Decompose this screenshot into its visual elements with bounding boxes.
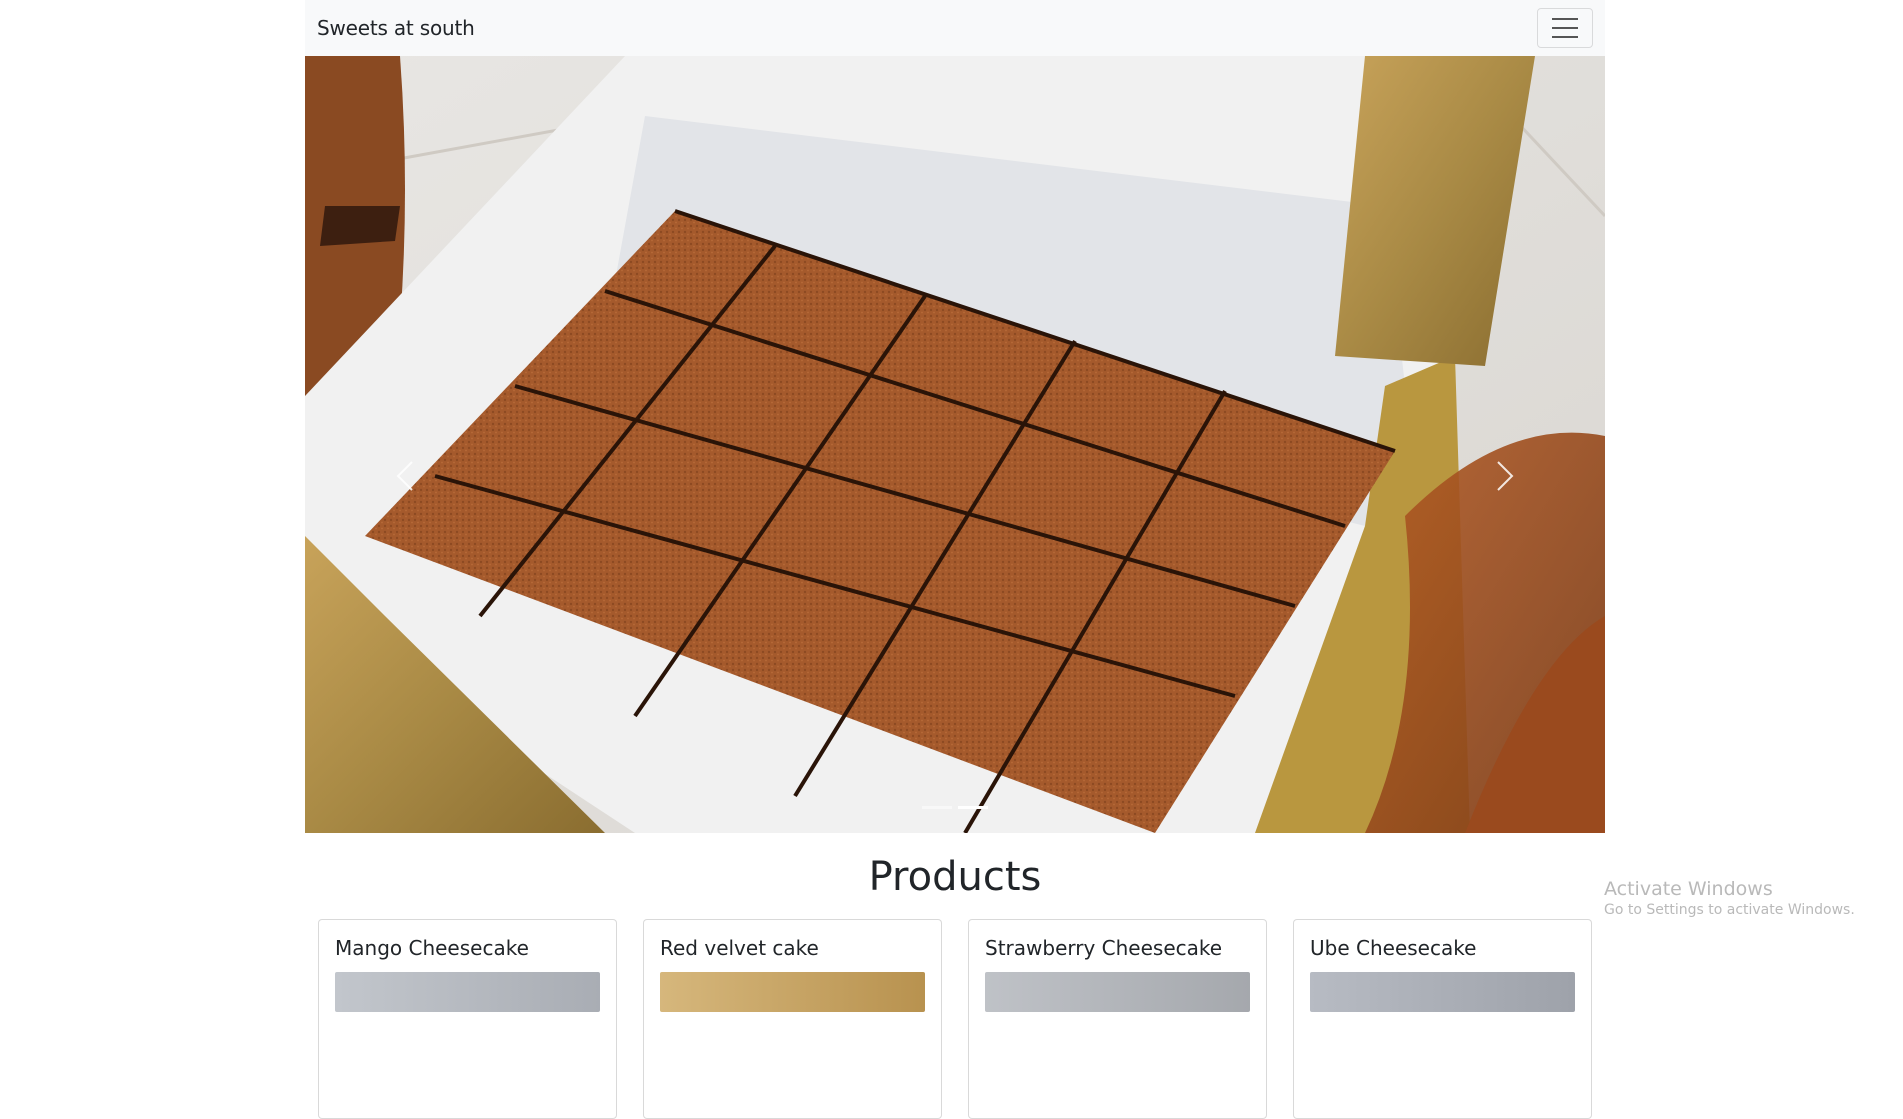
- watermark-title: Activate Windows: [1604, 878, 1773, 900]
- hamburger-menu-icon: [1552, 27, 1578, 29]
- hamburger-menu-icon: [1552, 36, 1578, 38]
- product-card-image: [335, 972, 600, 1012]
- product-card-image: [660, 972, 925, 1012]
- windows-activation-watermark: Activate Windows Go to Settings to activ…: [1604, 878, 1855, 918]
- product-card-title: Red velvet cake: [660, 936, 819, 960]
- carousel-indicator[interactable]: [922, 806, 952, 809]
- page-container: Sweets at south Products Mango Cheesecak…: [305, 0, 1605, 1119]
- carousel-slide-image: [305, 56, 1605, 833]
- carousel-indicator-active[interactable]: [958, 806, 988, 809]
- navbar: Sweets at south: [305, 0, 1605, 56]
- hero-carousel: [305, 56, 1605, 833]
- carousel-prev-control[interactable]: [385, 446, 425, 506]
- hamburger-menu-icon: [1552, 18, 1578, 20]
- product-card[interactable]: Ube Cheesecake: [1293, 919, 1592, 1119]
- products-heading: Products: [868, 854, 1042, 900]
- product-card-title: Strawberry Cheesecake: [985, 936, 1223, 960]
- product-card-image: [985, 972, 1250, 1012]
- product-card-image: [1310, 972, 1575, 1012]
- watermark-subtitle: Go to Settings to activate Windows.: [1604, 902, 1855, 918]
- chevron-right-icon: [1497, 461, 1514, 491]
- product-cards: Mango Cheesecake Red velvet cake Strawbe…: [305, 919, 1605, 1119]
- navbar-toggler-button[interactable]: [1537, 8, 1593, 48]
- carousel-indicators: [305, 806, 1605, 809]
- chevron-left-icon: [396, 461, 413, 491]
- product-card[interactable]: Mango Cheesecake: [318, 919, 617, 1119]
- product-card[interactable]: Strawberry Cheesecake: [968, 919, 1267, 1119]
- carousel-next-control[interactable]: [1485, 446, 1525, 506]
- product-card-title: Mango Cheesecake: [335, 936, 529, 960]
- product-card[interactable]: Red velvet cake: [643, 919, 942, 1119]
- product-card-title: Ube Cheesecake: [1310, 936, 1477, 960]
- brand-link[interactable]: Sweets at south: [317, 16, 475, 40]
